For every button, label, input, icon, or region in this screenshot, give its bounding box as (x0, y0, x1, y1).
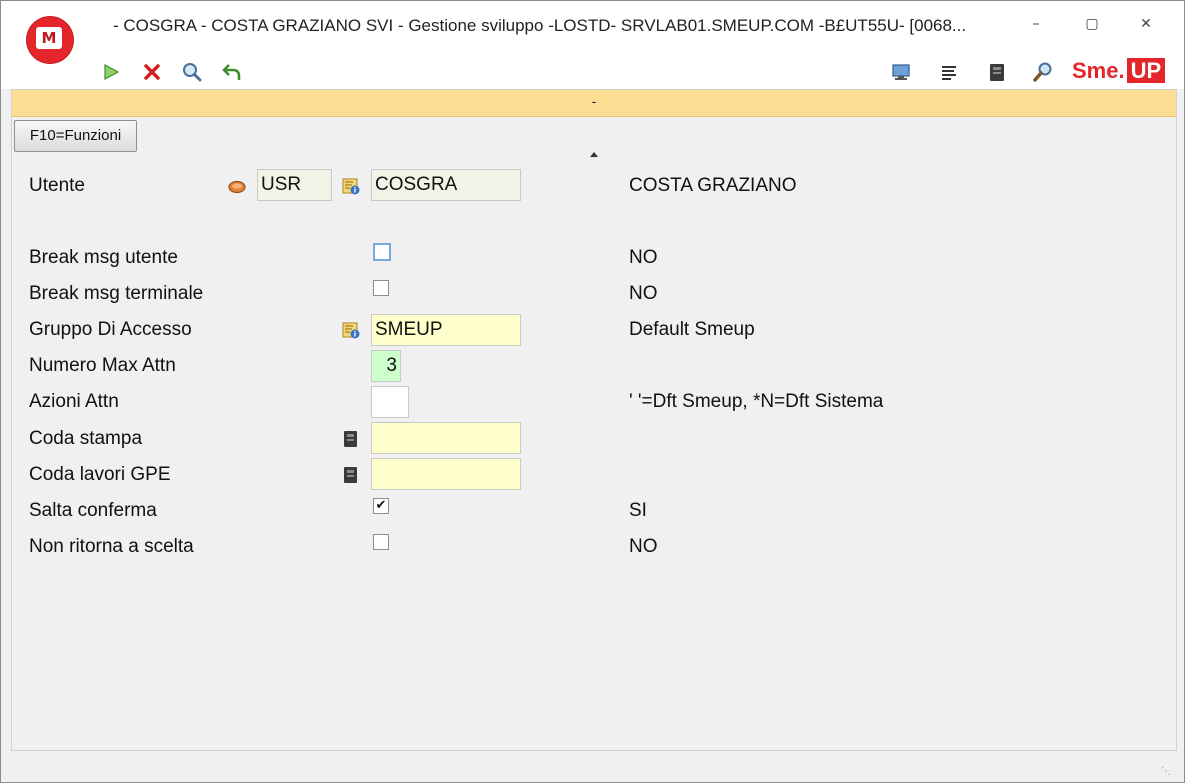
salta-conferma-label: Salta conferma (29, 500, 157, 521)
break-msg-terminale-value: NO (629, 283, 658, 304)
azioni-attn-label: Azioni Attn (29, 391, 119, 412)
brand-up-text: UP (1126, 58, 1166, 83)
azioni-attn-field[interactable] (371, 386, 409, 418)
non-ritorna-scelta-label: Non ritorna a scelta (29, 536, 194, 557)
break-msg-utente-checkbox[interactable] (373, 243, 391, 261)
app-window: M - COSGRA - COSTA GRAZIANO SVI - Gestio… (0, 0, 1185, 783)
break-msg-terminale-checkbox[interactable] (373, 280, 389, 296)
app-logo-mark: M (36, 27, 62, 49)
gruppo-accesso-description: Default Smeup (629, 319, 755, 340)
non-ritorna-scelta-checkbox[interactable] (373, 534, 389, 550)
coda-lavori-gpe-field[interactable] (371, 458, 521, 490)
magnifier-icon[interactable] (1032, 61, 1054, 83)
monitor-icon[interactable] (890, 61, 912, 83)
list-icon[interactable] (939, 61, 961, 83)
salta-conferma-value: SI (629, 500, 647, 521)
play-icon[interactable] (100, 61, 122, 83)
non-ritorna-scelta-value: NO (629, 536, 658, 557)
coda-stampa-label: Coda stampa (29, 428, 143, 449)
status-bar: ⋱ (11, 750, 1175, 781)
resize-grip-icon[interactable]: ⋱ (1161, 766, 1171, 777)
printer-icon[interactable] (986, 61, 1008, 83)
close-button[interactable]: ✕ (1129, 11, 1163, 37)
printer-icon[interactable] (342, 466, 360, 484)
info-icon[interactable] (342, 177, 360, 195)
utente-type-field[interactable]: USR (257, 169, 332, 201)
object-type-icon[interactable] (228, 178, 246, 196)
undo-icon[interactable] (221, 61, 243, 83)
printer-icon[interactable] (342, 430, 360, 448)
azioni-attn-description: ' '=Dft Smeup, *N=Dft Sistema (629, 391, 884, 412)
info-icon[interactable] (342, 321, 360, 339)
app-logo: M (27, 17, 73, 63)
utente-label: Utente (29, 175, 85, 196)
maximize-button[interactable]: ▢ (1075, 11, 1109, 37)
break-msg-terminale-label: Break msg terminale (29, 283, 204, 304)
form-area: - F10=Funzioni Utente USR COSGRA COSTA G… (11, 89, 1177, 751)
break-msg-utente-value: NO (629, 247, 658, 268)
numero-max-attn-label: Numero Max Attn (29, 355, 176, 376)
title-bar: M - COSGRA - COSTA GRAZIANO SVI - Gestio… (1, 1, 1184, 89)
utente-description: COSTA GRAZIANO (629, 175, 797, 196)
search-icon[interactable] (181, 61, 203, 83)
collapse-caret-icon[interactable] (590, 152, 598, 157)
minimize-button[interactable]: – (1019, 11, 1053, 37)
status-banner: - (12, 90, 1176, 117)
coda-stampa-field[interactable] (371, 422, 521, 454)
gruppo-accesso-field[interactable]: SMEUP (371, 314, 521, 346)
cancel-icon[interactable] (141, 61, 163, 83)
brand-logo: Sme. UP (1072, 55, 1166, 87)
gruppo-accesso-label: Gruppo Di Accesso (29, 319, 192, 340)
functions-button[interactable]: F10=Funzioni (14, 120, 137, 152)
salta-conferma-checkbox[interactable]: ✔ (373, 498, 389, 514)
window-title: - COSGRA - COSTA GRAZIANO SVI - Gestione… (113, 16, 967, 35)
break-msg-utente-label: Break msg utente (29, 247, 178, 268)
numero-max-attn-field[interactable]: 3 (371, 350, 401, 382)
coda-lavori-gpe-label: Coda lavori GPE (29, 464, 171, 485)
brand-sme-text: Sme. (1072, 58, 1125, 83)
utente-field[interactable]: COSGRA (371, 169, 521, 201)
